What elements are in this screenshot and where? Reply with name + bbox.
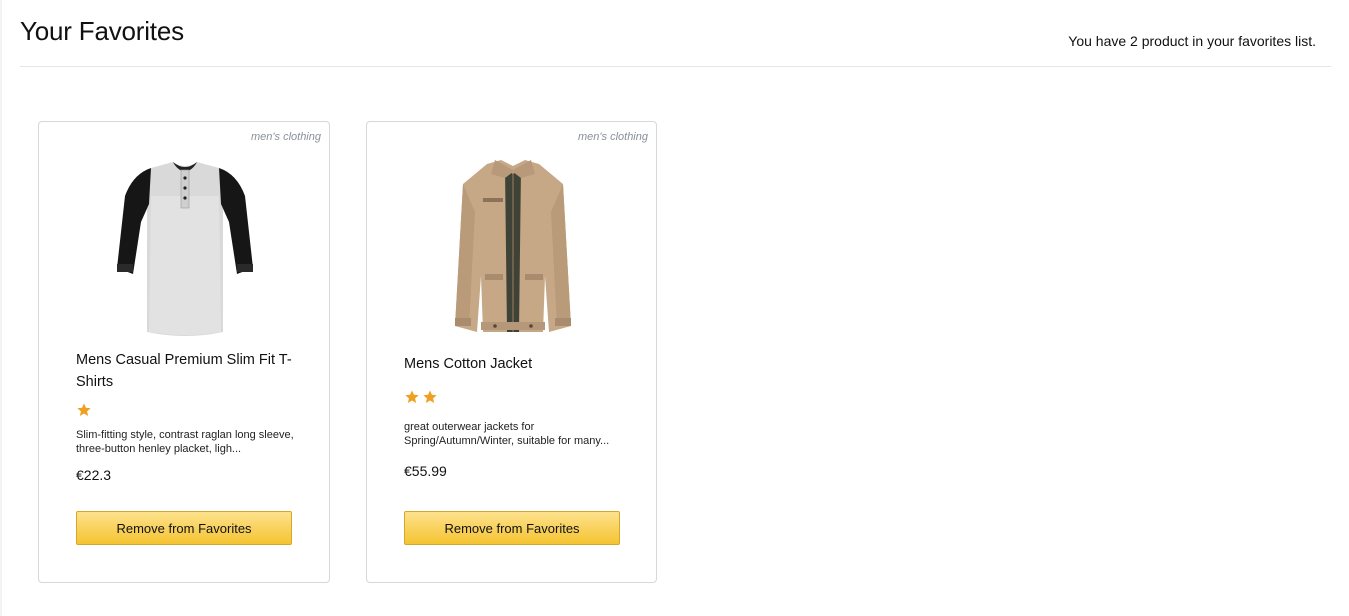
product-title[interactable]: Mens Cotton Jacket	[404, 353, 626, 375]
product-category: men's clothing	[578, 131, 648, 143]
left-edge-border	[0, 0, 2, 616]
remove-from-favorites-button[interactable]: Remove from Favorites	[76, 511, 292, 545]
product-title[interactable]: Mens Casual Premium Slim Fit T-Shirts	[76, 349, 298, 393]
product-card[interactable]: men's clothing Mens Cotton Jacket great …	[366, 121, 657, 583]
raglan-henley-shirt-image[interactable]	[111, 156, 259, 338]
product-price: €22.3	[76, 467, 112, 483]
favorites-count-text: You have 2 product in your favorites lis…	[1068, 33, 1316, 49]
page-header: Your Favorites You have 2 product in you…	[20, 0, 1331, 67]
product-description: great outerwear jackets for Spring/Autum…	[404, 421, 610, 447]
rating-stars	[76, 402, 92, 418]
khaki-cotton-jacket-image[interactable]	[439, 156, 587, 338]
star-icon	[405, 390, 419, 403]
product-price: €55.99	[404, 463, 447, 479]
remove-from-favorites-button[interactable]: Remove from Favorites	[404, 511, 620, 545]
rating-stars	[404, 389, 438, 405]
page-title: Your Favorites	[20, 16, 184, 46]
star-icon	[423, 390, 437, 403]
product-card[interactable]: men's clothing Mens Casual Premium Slim …	[38, 121, 330, 583]
product-category: men's clothing	[251, 131, 321, 143]
star-icon	[77, 403, 91, 416]
product-description: Slim-fitting style, contrast raglan long…	[76, 429, 294, 455]
